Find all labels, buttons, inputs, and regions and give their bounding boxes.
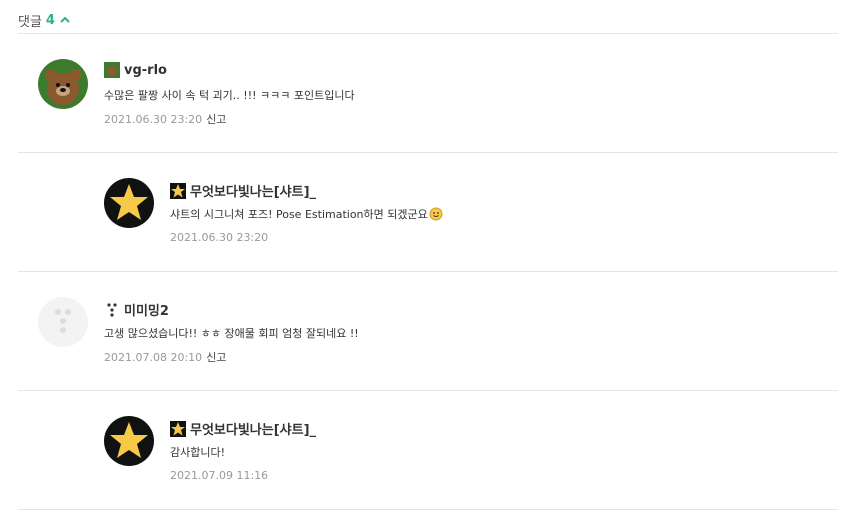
author-name: vg-rlo: [124, 62, 167, 78]
divider: [18, 271, 838, 272]
divider: [18, 390, 838, 391]
comment-meta: 2021.06.30 23:20 신고: [104, 111, 226, 127]
comment-text: 고생 많으셨습니다!! ㅎㅎ 장애물 회피 엄청 잘되네요 !!: [104, 327, 359, 340]
smiley-emoji-icon: [429, 207, 443, 221]
divider: [18, 509, 838, 510]
comment-author[interactable]: 무엇보다빛나는[샤트]_: [170, 419, 316, 438]
comment-date: 2021.06.30 23:20: [170, 231, 269, 244]
comment-text-content: 샤트의 시그니쳐 포즈! Pose Estimation하면 되겠군요: [170, 208, 428, 221]
report-button[interactable]: 신고: [206, 113, 226, 126]
bear-avatar[interactable]: [38, 59, 88, 109]
comment-text: 수많은 팔짱 사이 속 턱 괴기.. !!! ㅋㅋㅋ 포인트입니다: [104, 89, 355, 102]
author-name: 무엇보다빛나는[샤트]_: [190, 185, 317, 200]
comment-date: 2021.06.30 23:20: [104, 113, 203, 126]
comment-meta: 2021.07.08 20:10 신고: [104, 349, 226, 365]
comment-date: 2021.07.08 20:10: [104, 351, 203, 364]
comment-meta: 2021.07.09 11:16: [170, 469, 268, 482]
star-avatar[interactable]: [104, 416, 154, 466]
comments-count: 4: [45, 12, 55, 28]
report-button[interactable]: 신고: [206, 351, 226, 364]
comment-text: 감사합니다!: [170, 446, 226, 459]
bear-badge-icon: [104, 62, 120, 78]
comment-author[interactable]: vg-rlo: [104, 62, 167, 78]
comments-header[interactable]: 댓글 4: [18, 8, 71, 32]
chevron-up-icon[interactable]: [59, 14, 71, 26]
divider: [18, 152, 838, 153]
default-avatar[interactable]: [38, 297, 88, 347]
star-badge-icon: [170, 182, 186, 199]
comment-author[interactable]: 미미밍2: [104, 300, 169, 319]
star-avatar[interactable]: [104, 178, 154, 228]
comment-author[interactable]: 무엇보다빛나는[샤트]_: [170, 181, 316, 200]
comment-meta: 2021.06.30 23:20: [170, 231, 268, 244]
star-badge-icon: [170, 420, 186, 437]
comments-label: 댓글: [18, 14, 42, 30]
author-name: 미미밍2: [124, 304, 169, 319]
comment-text: 샤트의 시그니쳐 포즈! Pose Estimation하면 되겠군요: [170, 206, 443, 222]
default-badge-icon: [107, 302, 117, 317]
divider: [18, 33, 838, 34]
comment-date: 2021.07.09 11:16: [170, 469, 269, 482]
author-name: 무엇보다빛나는[샤트]_: [190, 423, 317, 438]
